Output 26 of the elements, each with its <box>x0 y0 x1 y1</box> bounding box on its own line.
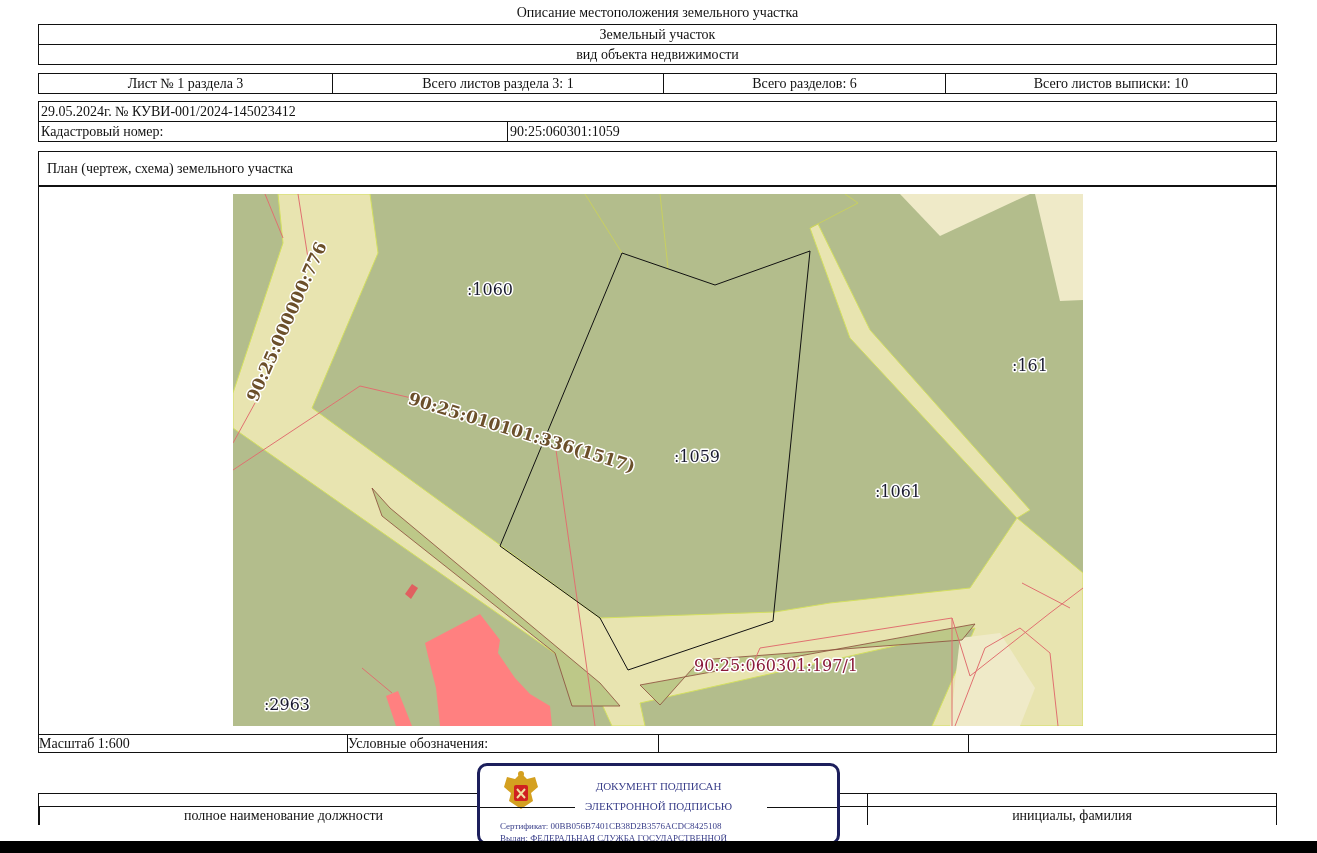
boundary-line <box>264 194 283 239</box>
object-name: Земельный участок <box>598 26 717 44</box>
map-label: :1060 <box>466 280 513 299</box>
object-caption: вид объекта недвижимости <box>39 44 1276 64</box>
map-label: :2963 <box>263 695 310 714</box>
issuer-text: Выдан: ФЕДЕРАЛЬНАЯ СЛУЖБА ГОСУДАРСТВЕННОЙ <box>500 833 728 843</box>
boundary-line <box>361 667 392 694</box>
cadastral-value: 90:25:060301:1059 <box>507 122 1276 141</box>
emblem-icon <box>501 769 541 811</box>
sheet-info-cell: Всего листов раздела 3: 1 <box>332 74 663 93</box>
sheet-info-cell: Всего разделов: 6 <box>663 74 945 93</box>
stamp-line: ЭЛЕКТРОННОЙ ПОДПИСЬЮ <box>583 800 734 812</box>
sheet-info-cell: Всего листов выписки: 10 <box>945 74 1276 93</box>
map-label: :1059 <box>673 447 720 466</box>
statement-number: 29.05.2024г. № КУВИ-001/2024-145023412 <box>40 103 297 121</box>
stamp-line: ДОКУМЕНТ ПОДПИСАН <box>594 780 723 792</box>
map-label: :1061 <box>874 482 921 501</box>
sheet-info-cell-text: Лист № 1 раздела 3 <box>126 75 245 93</box>
map-label: :161 <box>1011 356 1048 375</box>
plan-title: План (чертеж, схема) земельного участка <box>39 152 1276 187</box>
map-label: 90:25:060301:197/1 <box>693 656 858 675</box>
legend-label: Условные обозначения: <box>347 735 658 752</box>
name-caption: инициалы, фамилия <box>867 806 1276 825</box>
scale-label: Масштаб 1:600 <box>39 735 131 752</box>
cadastral-label: Кадастровый номер: <box>40 123 165 141</box>
document-title: Описание местоположения земельного участка <box>515 4 800 22</box>
